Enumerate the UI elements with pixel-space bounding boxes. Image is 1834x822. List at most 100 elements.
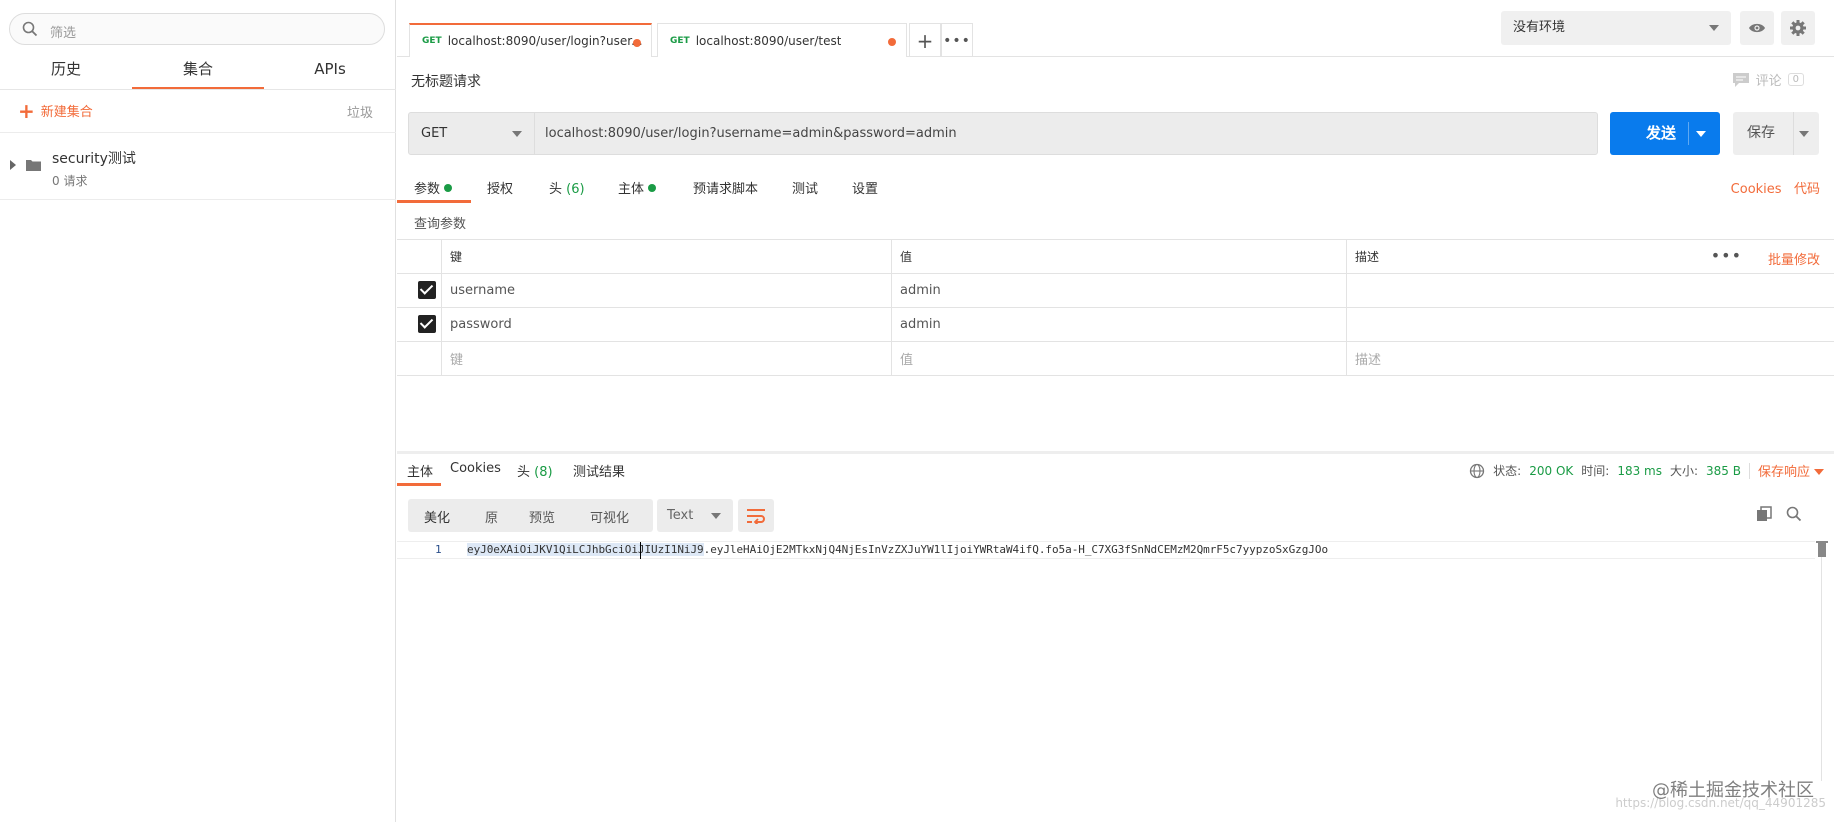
tab-body-label: 主体	[618, 182, 645, 197]
view-raw[interactable]: 原	[485, 507, 498, 526]
bulk-edit-link[interactable]: 批量修改	[1768, 249, 1820, 268]
params-table: 键 值 描述 ••• 批量修改 username admin password …	[397, 239, 1834, 376]
send-button[interactable]: 发送	[1610, 112, 1720, 155]
new-key-field[interactable]: 键	[441, 342, 891, 375]
collection-count: 0 请求	[52, 174, 88, 188]
new-collection-button[interactable]: + 新建集合	[18, 101, 93, 121]
tab-settings[interactable]: 设置	[852, 178, 878, 197]
response-tools	[1756, 506, 1802, 522]
wrap-lines-button[interactable]	[738, 499, 774, 532]
main-panel: GET localhost:8090/user/login?user... GE…	[397, 0, 1834, 822]
globe-icon[interactable]	[1469, 463, 1485, 479]
url-input[interactable]: localhost:8090/user/login?username=admin…	[545, 113, 957, 154]
request-tab-bar: GET localhost:8090/user/login?user... GE…	[397, 0, 1834, 57]
scrollbar[interactable]	[1821, 541, 1822, 781]
tab-title: localhost:8090/user/login?user...	[447, 34, 643, 48]
caret-right-icon[interactable]	[10, 160, 16, 170]
new-value-field[interactable]: 值	[891, 342, 1346, 375]
environment-select[interactable]: 没有环境	[1501, 11, 1731, 45]
tab-params[interactable]: 参数	[414, 178, 453, 197]
divider	[1748, 462, 1750, 479]
method-value: GET	[421, 126, 448, 141]
tab-auth[interactable]: 授权	[487, 178, 513, 197]
header-description: 描述	[1346, 240, 1834, 273]
scrollbar-thumb[interactable]	[1816, 541, 1828, 557]
comment-icon	[1732, 72, 1749, 87]
query-params-title: 查询参数	[414, 217, 467, 232]
copy-icon[interactable]	[1756, 506, 1772, 522]
param-description[interactable]	[1346, 308, 1834, 341]
settings-button[interactable]	[1781, 11, 1815, 45]
code-text: .eyJleHAiOjE2MTkxNjQ4NjEsInVzZXJuYW1lIjo…	[703, 543, 1329, 556]
view-preview[interactable]: 预览	[529, 507, 555, 526]
text-cursor	[640, 542, 641, 559]
send-label: 发送	[1646, 124, 1677, 142]
search-icon[interactable]	[1786, 506, 1802, 522]
tab-method: GET	[422, 36, 442, 46]
tab-history[interactable]: 历史	[0, 56, 132, 90]
param-value[interactable]: admin	[891, 274, 1346, 307]
view-pretty[interactable]: 美化	[424, 507, 450, 526]
unsaved-dot	[888, 38, 896, 46]
param-value[interactable]: admin	[891, 308, 1346, 341]
save-response-button[interactable]: 保存响应	[1758, 461, 1824, 480]
status-label: 状态:	[1493, 464, 1522, 478]
wrap-icon	[747, 508, 765, 524]
response-tab-body[interactable]: 主体	[407, 461, 433, 480]
param-description[interactable]	[1346, 274, 1834, 307]
code-link[interactable]: 代码	[1794, 182, 1820, 197]
param-checkbox[interactable]	[418, 315, 436, 333]
chevron-down-icon	[1709, 25, 1719, 31]
collection-item[interactable]: security测试 0 请求	[0, 141, 396, 199]
response-divider[interactable]	[397, 451, 1834, 454]
tab-tests[interactable]: 测试	[792, 178, 818, 197]
response-tab-cookies[interactable]: Cookies	[450, 461, 501, 476]
request-title[interactable]: 无标题请求	[411, 71, 481, 91]
tab-title: localhost:8090/user/test	[695, 33, 842, 48]
divider	[0, 132, 396, 133]
indicator-dot	[444, 184, 453, 192]
status-value[interactable]: 200 OK	[1529, 464, 1573, 478]
headers-count: (6)	[566, 182, 585, 197]
new-description-field[interactable]: 描述	[1346, 342, 1834, 375]
tab-prerequest-script[interactable]: 预请求脚本	[693, 178, 758, 197]
response-body-editor[interactable]: 1 eyJ0eXAiOiJKV1QiLCJhbGciOiJIUzI1NiJ9.e…	[397, 541, 1834, 822]
new-collection-label: 新建集合	[40, 105, 93, 120]
response-tab-test-results[interactable]: 测试结果	[573, 461, 625, 480]
param-key[interactable]: username	[441, 274, 891, 307]
folder-icon	[26, 160, 41, 171]
divider	[1793, 112, 1794, 155]
trash-link[interactable]: 垃圾	[347, 102, 373, 121]
request-tab[interactable]: GET localhost:8090/user/test	[657, 23, 907, 57]
tab-body[interactable]: 主体	[618, 178, 657, 197]
new-tab-button[interactable]: +	[909, 23, 941, 57]
selected-text: eyJ0eXAiOiJKV1QiLCJhbGci	[467, 543, 625, 556]
plus-icon: +	[916, 28, 934, 53]
more-tabs-button[interactable]: •••	[941, 23, 973, 57]
cookies-link[interactable]: Cookies	[1731, 182, 1782, 197]
comments-button[interactable]: 评论 0	[1732, 70, 1804, 89]
save-button[interactable]: 保存	[1733, 112, 1819, 155]
chevron-down-icon[interactable]	[1696, 131, 1706, 137]
size-value[interactable]: 385 B	[1706, 464, 1741, 478]
tab-apis[interactable]: APIs	[264, 56, 396, 90]
request-tab[interactable]: GET localhost:8090/user/login?user...	[409, 23, 652, 57]
response-body-text[interactable]: eyJ0eXAiOiJKV1QiLCJhbGciOiJIUzI1NiJ9.eyJ…	[467, 543, 1328, 556]
chevron-down-icon[interactable]	[1799, 131, 1809, 137]
divider	[0, 89, 396, 90]
comments-label: 评论	[1755, 74, 1782, 89]
gear-icon	[1790, 20, 1806, 36]
tab-collections[interactable]: 集合	[132, 56, 264, 90]
environment-quick-look-button[interactable]	[1740, 11, 1774, 45]
method-select[interactable]: GET	[409, 113, 535, 154]
view-visualize[interactable]: 可视化	[590, 507, 629, 526]
response-tab-headers[interactable]: 头 (8)	[517, 461, 553, 480]
param-checkbox[interactable]	[418, 281, 436, 299]
format-value: Text	[667, 508, 694, 523]
time-value[interactable]: 183 ms	[1617, 464, 1662, 478]
tab-headers[interactable]: 头 (6)	[549, 178, 585, 197]
more-icon[interactable]: •••	[1711, 246, 1742, 265]
format-select[interactable]: Text	[657, 499, 733, 532]
param-key[interactable]: password	[441, 308, 891, 341]
search-input[interactable]: 筛选	[9, 13, 385, 45]
